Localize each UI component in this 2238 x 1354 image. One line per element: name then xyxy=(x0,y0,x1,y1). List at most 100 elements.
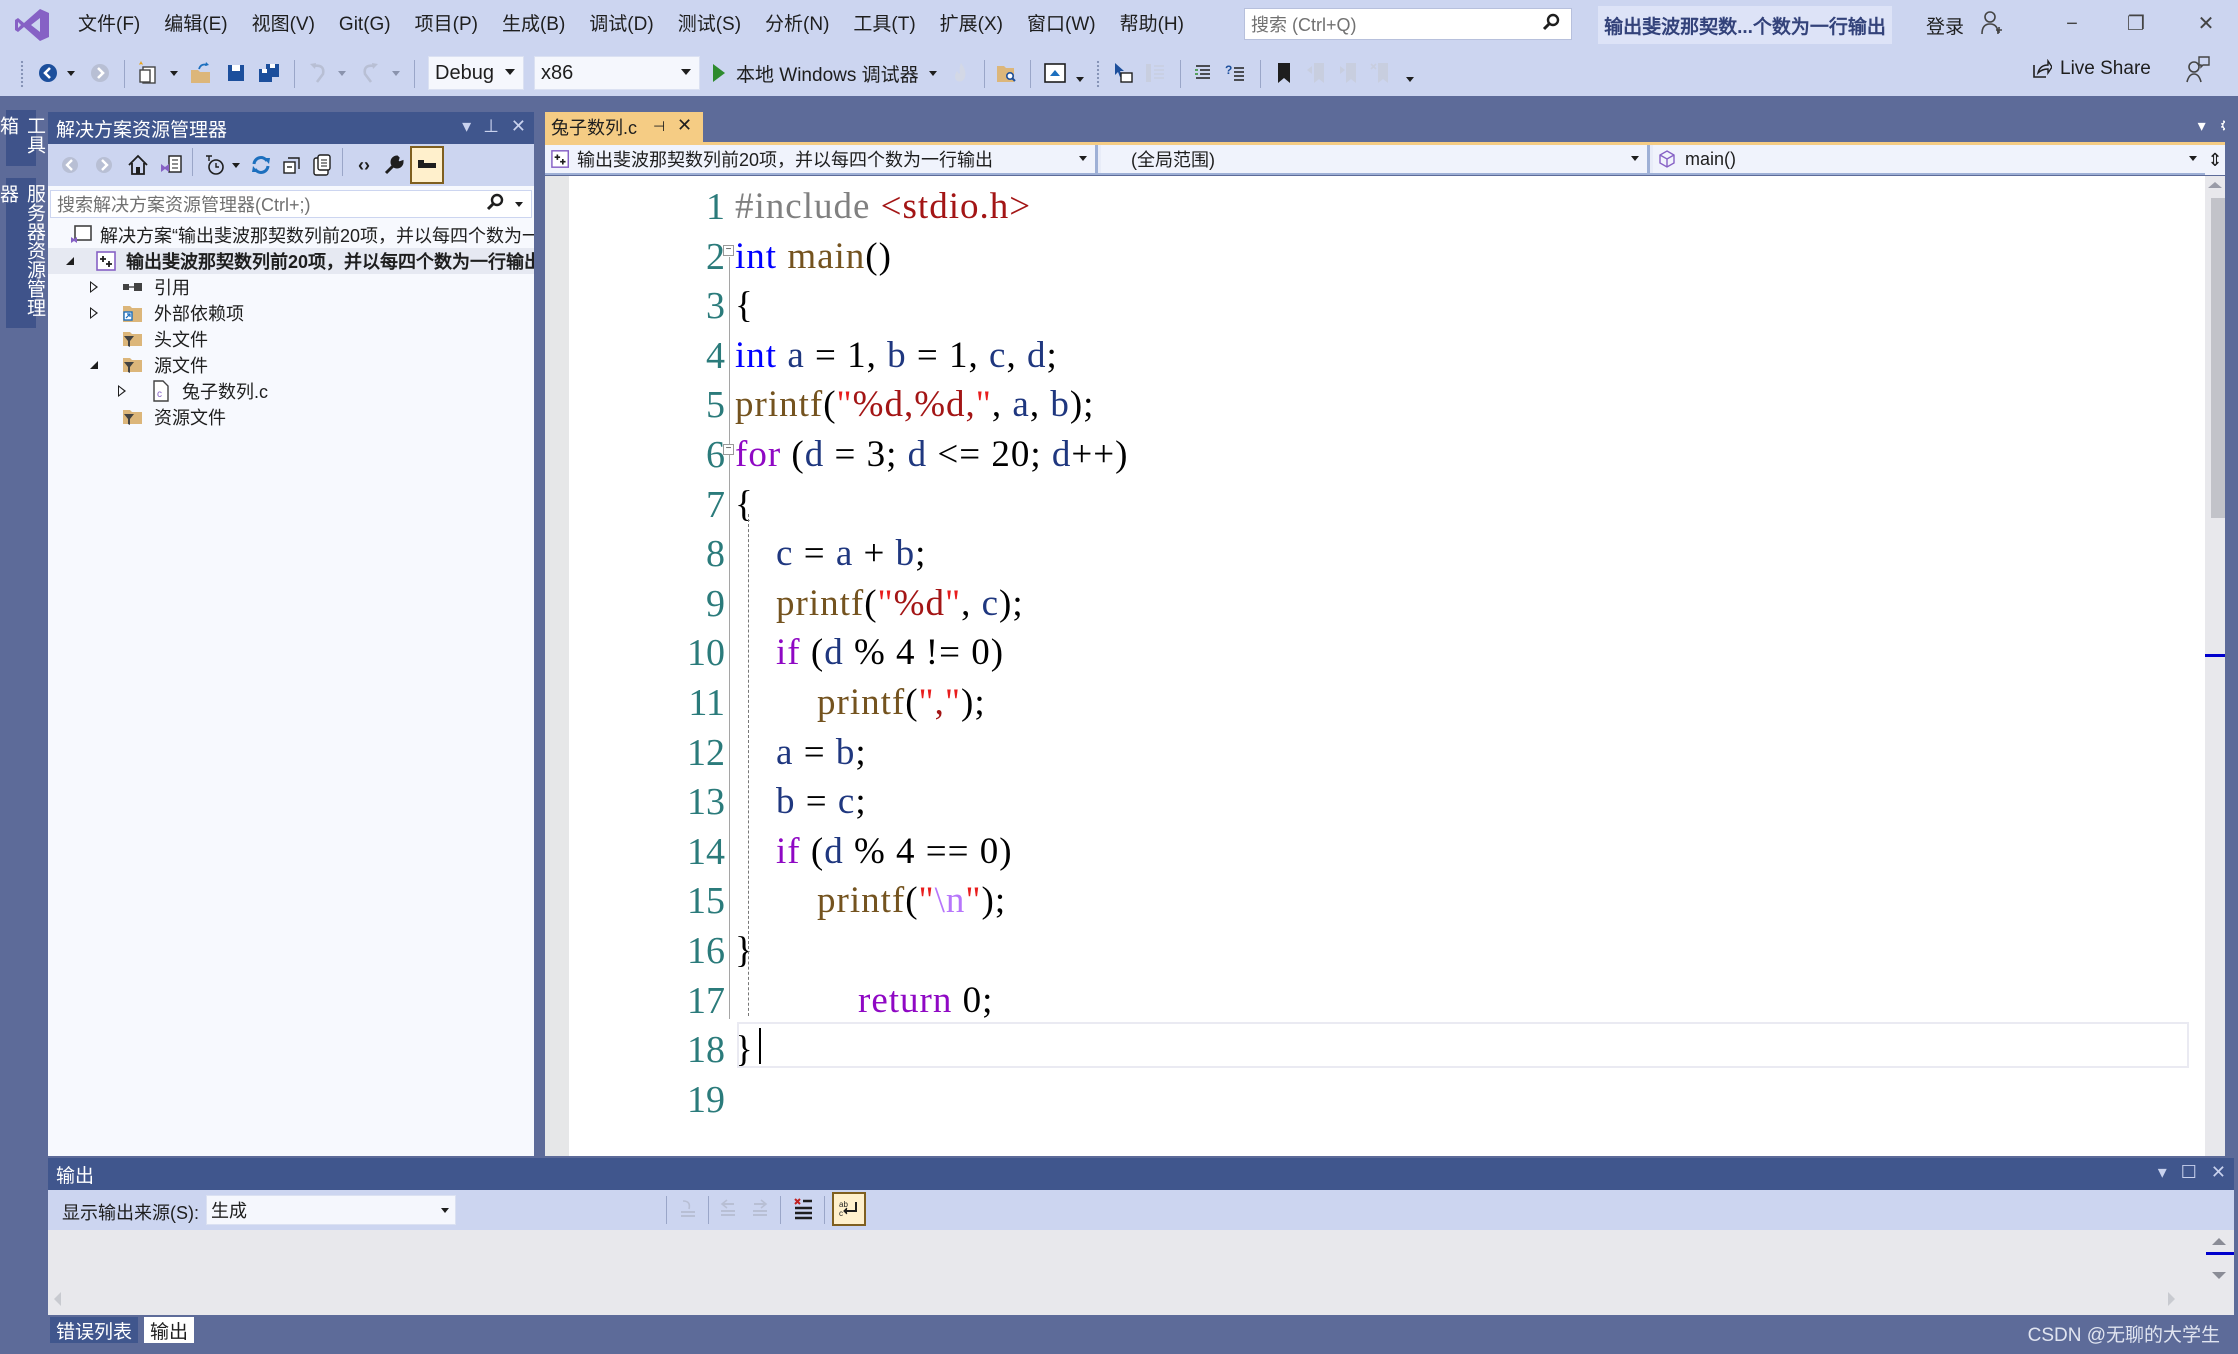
output-text-area[interactable] xyxy=(48,1230,2198,1315)
scroll-up-icon[interactable] xyxy=(2208,182,2222,188)
uncomment-lines-icon[interactable]: ? xyxy=(1222,58,1248,88)
close-window-button[interactable]: ✕ xyxy=(2186,8,2226,40)
scroll-right-icon[interactable] xyxy=(2168,1292,2175,1306)
window-position-dropdown-icon[interactable]: ▾ xyxy=(462,116,471,137)
pin-icon[interactable]: ⊥ xyxy=(483,116,499,137)
tree-item-source-files[interactable]: 源文件 xyxy=(48,352,534,378)
menu-view[interactable]: 视图(V) xyxy=(240,8,327,42)
forward-icon[interactable] xyxy=(92,150,116,180)
save-all-icon[interactable] xyxy=(256,58,282,88)
step-into-icon[interactable] xyxy=(1110,58,1136,88)
undo-dropdown[interactable] xyxy=(336,58,348,88)
tree-item-solution[interactable]: 解决方案“输出斐波那契数列前20项，并以每四个数为一行输出” xyxy=(48,222,534,248)
feedback-icon[interactable] xyxy=(2186,56,2210,84)
solution-explorer-search-input[interactable]: 搜索解决方案资源管理器(Ctrl+;) xyxy=(50,190,532,218)
expand-toggle-icon[interactable] xyxy=(118,385,126,397)
code-editor[interactable]: 1 #include <stdio.h> 2 int main() 3{4 int a =… xyxy=(545,176,2205,1156)
restore-button[interactable]: ❐ xyxy=(2116,8,2156,40)
menu-tools[interactable]: 工具(T) xyxy=(841,8,927,42)
home-icon[interactable] xyxy=(126,150,150,180)
tab-error-list[interactable]: 错误列表 xyxy=(50,1317,139,1343)
menu-edit[interactable]: 编辑(E) xyxy=(152,8,239,42)
collapse-icon[interactable]: − xyxy=(723,444,734,455)
tab-active-document[interactable]: 兔子数列.c ⊣ ✕ xyxy=(545,112,703,142)
indent-guide-icon[interactable] xyxy=(1142,58,1168,88)
toolbox-tab[interactable]: 工具箱 xyxy=(0,110,45,166)
minimize-button[interactable]: − xyxy=(2052,8,2092,40)
menu-debug[interactable]: 调试(D) xyxy=(577,8,665,42)
tree-item-resource-files[interactable]: 资源文件 xyxy=(48,404,534,430)
go-to-location-icon[interactable] xyxy=(676,1194,700,1224)
expand-toggle-icon[interactable] xyxy=(90,361,98,369)
server-explorer-tab[interactable]: 服务器资源管理器 xyxy=(0,178,45,328)
previous-message-icon[interactable] xyxy=(716,1194,740,1224)
next-bookmark-icon[interactable] xyxy=(1336,58,1360,88)
previous-bookmark-icon[interactable] xyxy=(1304,58,1328,88)
preview-selected-items-button[interactable] xyxy=(410,146,444,184)
filter-dropdown[interactable] xyxy=(230,150,242,180)
expand-toggle-icon[interactable] xyxy=(90,281,98,293)
tree-item-external-dependencies[interactable]: 外部依赖项 xyxy=(48,300,534,326)
browser-link-dropdown[interactable] xyxy=(1074,58,1086,88)
menu-git[interactable]: Git(G) xyxy=(327,8,403,42)
comment-lines-icon[interactable] xyxy=(1190,58,1216,88)
menu-help[interactable]: 帮助(H) xyxy=(1108,8,1196,42)
pin-tab-icon[interactable]: ⊣ xyxy=(653,118,665,135)
redo-icon[interactable] xyxy=(358,58,382,88)
tree-item-project[interactable]: 输出斐波那契数列前20项，并以每四个数为一行输出 xyxy=(48,248,534,274)
navigate-back-button[interactable] xyxy=(36,58,60,88)
menu-analyze[interactable]: 分析(N) xyxy=(753,8,841,42)
tab-output[interactable]: 输出 xyxy=(144,1317,195,1343)
menu-window[interactable]: 窗口(W) xyxy=(1015,8,1108,42)
close-tab-icon[interactable]: ✕ xyxy=(677,115,692,136)
scroll-left-icon[interactable] xyxy=(54,1292,61,1306)
debug-target-dropdown[interactable] xyxy=(926,58,940,88)
pending-changes-filter-icon[interactable] xyxy=(202,150,228,180)
split-window-icon[interactable]: ⇕ xyxy=(2205,145,2225,175)
solution-platform-select[interactable]: x86 xyxy=(534,56,700,90)
tab-list-dropdown-icon[interactable]: ▾ xyxy=(2198,116,2206,136)
new-item-icon[interactable] xyxy=(136,58,162,88)
global-search-input[interactable]: 搜索 (Ctrl+Q) xyxy=(1244,8,1572,40)
close-panel-icon[interactable]: ✕ xyxy=(2211,1162,2226,1183)
save-icon[interactable] xyxy=(224,58,248,88)
menu-test[interactable]: 测试(S) xyxy=(666,8,753,42)
output-source-select[interactable]: 生成 xyxy=(206,1195,456,1225)
tree-item-c-file[interactable]: c 兔子数列.c xyxy=(48,378,534,404)
navigate-forward-button[interactable] xyxy=(88,58,112,88)
collapse-all-icon[interactable] xyxy=(280,150,304,180)
next-message-icon[interactable] xyxy=(748,1194,772,1224)
live-share-button[interactable]: Live Share xyxy=(2032,58,2151,80)
clear-bookmarks-icon[interactable] xyxy=(1368,58,1392,88)
editor-vertical-scrollbar[interactable] xyxy=(2205,176,2233,1156)
view-code-icon[interactable]: ‹› xyxy=(352,150,376,180)
open-file-icon[interactable] xyxy=(188,58,214,88)
properties-icon[interactable] xyxy=(382,150,406,180)
user-add-icon[interactable] xyxy=(1980,10,2004,36)
output-vertical-scrollbar[interactable] xyxy=(2204,1230,2234,1315)
window-position-dropdown-icon[interactable]: ▾ xyxy=(2158,1162,2167,1183)
menu-project[interactable]: 项目(P) xyxy=(403,8,490,42)
project-scope-select[interactable]: 输出斐波那契数列前20项，并以每四个数为一行输出 xyxy=(545,145,1098,173)
clear-all-icon[interactable] xyxy=(790,1194,816,1224)
solution-configuration-select[interactable]: Debug xyxy=(428,56,524,90)
browser-link-icon[interactable] xyxy=(1042,58,1068,88)
navigate-back-dropdown[interactable] xyxy=(64,58,78,88)
close-panel-icon[interactable]: ✕ xyxy=(511,116,526,137)
search-options-dropdown[interactable] xyxy=(515,202,523,207)
scroll-up-icon[interactable] xyxy=(2212,1238,2226,1245)
find-in-files-icon[interactable] xyxy=(994,58,1020,88)
switch-views-icon[interactable] xyxy=(158,150,184,180)
scroll-down-icon[interactable] xyxy=(2212,1272,2226,1279)
member-scope-select[interactable]: main() xyxy=(1653,145,2205,173)
tree-item-header-files[interactable]: 头文件 xyxy=(48,326,534,352)
back-icon[interactable] xyxy=(58,150,82,180)
tree-item-references[interactable]: 引用 xyxy=(48,274,534,300)
hot-reload-icon[interactable] xyxy=(950,58,972,88)
new-item-dropdown[interactable] xyxy=(168,58,180,88)
type-scope-select[interactable]: (全局范围) xyxy=(1101,145,1650,173)
expand-toggle-icon[interactable] xyxy=(90,307,98,319)
redo-dropdown[interactable] xyxy=(390,58,402,88)
show-all-files-icon[interactable] xyxy=(310,150,334,180)
collapse-icon[interactable]: − xyxy=(723,245,734,256)
